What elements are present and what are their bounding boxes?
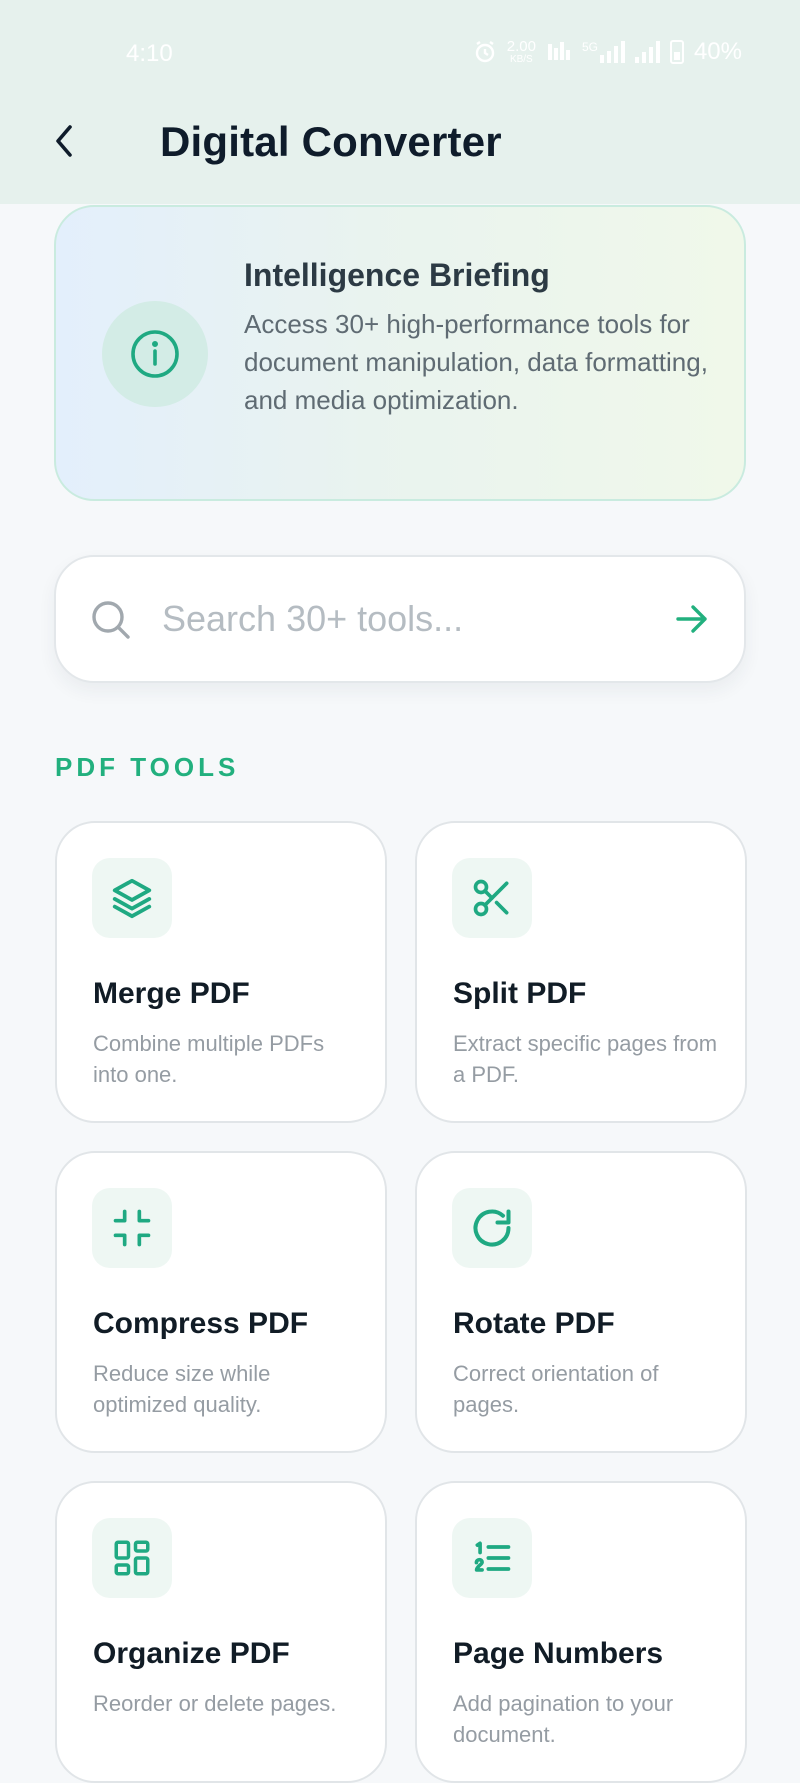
tool-card-merge-pdf[interactable]: Merge PDF Combine multiple PDFs into one… [55, 821, 387, 1123]
volte-icon [547, 42, 570, 60]
tool-icon-box [452, 1518, 532, 1598]
tool-desc: Reorder or delete pages. [93, 1691, 337, 1716]
status-bar: 4:10 2.00 KB/S 5G 40% [0, 28, 800, 78]
layers-icon [112, 878, 152, 919]
intelligence-briefing-card: Intelligence Briefing Access 30+ high-pe… [54, 205, 746, 501]
tool-title: Compress PDF [93, 1307, 309, 1340]
search-icon [92, 601, 130, 639]
info-icon [131, 330, 179, 378]
page-title: Digital Converter [160, 118, 502, 165]
network-type: 5G [581, 40, 598, 54]
tool-icon-box [92, 858, 172, 938]
tool-icon-box [452, 1188, 532, 1268]
grid-icon [114, 1540, 150, 1576]
minimize-icon [113, 1209, 151, 1247]
tool-card-split-pdf[interactable]: Split PDF Extract specific pages from a … [415, 821, 747, 1123]
tool-title: Merge PDF [93, 977, 250, 1010]
back-button[interactable] [40, 116, 90, 166]
tool-card-organize-pdf[interactable]: Organize PDF Reorder or delete pages. [55, 1481, 387, 1783]
signal-5g: 5G [582, 41, 625, 63]
signal-bars-icon [599, 41, 625, 63]
tool-icon-box [92, 1518, 172, 1598]
tool-desc: Combine multiple PDFs into one. [93, 1031, 325, 1087]
tool-icon-box [92, 1188, 172, 1268]
list-ordered-icon [474, 1541, 511, 1572]
rotate-icon [473, 1209, 511, 1247]
tool-card-page-numbers[interactable]: Page Numbers Add pagination to your docu… [415, 1481, 747, 1783]
tool-title: Split PDF [453, 977, 587, 1010]
app-header: Digital Converter [0, 100, 800, 186]
battery-icon [669, 40, 684, 64]
tool-title: Organize PDF [93, 1637, 290, 1670]
tool-icon-box [452, 858, 532, 938]
search-bar [54, 555, 746, 683]
arrow-right-icon[interactable] [674, 601, 710, 637]
status-time: 4:10 [126, 40, 173, 67]
tool-card-compress-pdf[interactable]: Compress PDF Reduce size while optimized… [55, 1151, 387, 1453]
chevron-left-icon [56, 125, 72, 157]
top-bar: 4:10 2.00 KB/S 5G 40% Digital Converter [0, 0, 800, 204]
search-input[interactable] [162, 587, 622, 651]
network-speed: 2.00 KB/S [507, 39, 536, 65]
signal-bars-icon-2 [634, 41, 660, 63]
section-label-pdf-tools: PDF TOOLS [55, 752, 240, 782]
status-icons: 2.00 KB/S 5G 40% [473, 38, 742, 66]
briefing-text: Access 30+ high-performance tools for do… [244, 309, 708, 415]
alarm-icon [475, 41, 494, 63]
speed-value: 2.00 [506, 38, 536, 55]
tool-title: Rotate PDF [453, 1307, 615, 1340]
tool-desc: Add pagination to your document. [453, 1691, 674, 1747]
speed-unit: KB/S [509, 54, 533, 65]
briefing-title: Intelligence Briefing [244, 257, 550, 293]
tool-desc: Extract specific pages from a PDF. [453, 1031, 718, 1087]
battery-level: 40% [693, 38, 742, 65]
tool-desc: Reduce size while optimized quality. [93, 1361, 271, 1417]
tool-title: Page Numbers [453, 1637, 664, 1670]
scissors-icon [473, 879, 509, 917]
tool-desc: Correct orientation of pages. [453, 1361, 659, 1417]
info-badge [102, 301, 208, 407]
tool-card-rotate-pdf[interactable]: Rotate PDF Correct orientation of pages. [415, 1151, 747, 1453]
